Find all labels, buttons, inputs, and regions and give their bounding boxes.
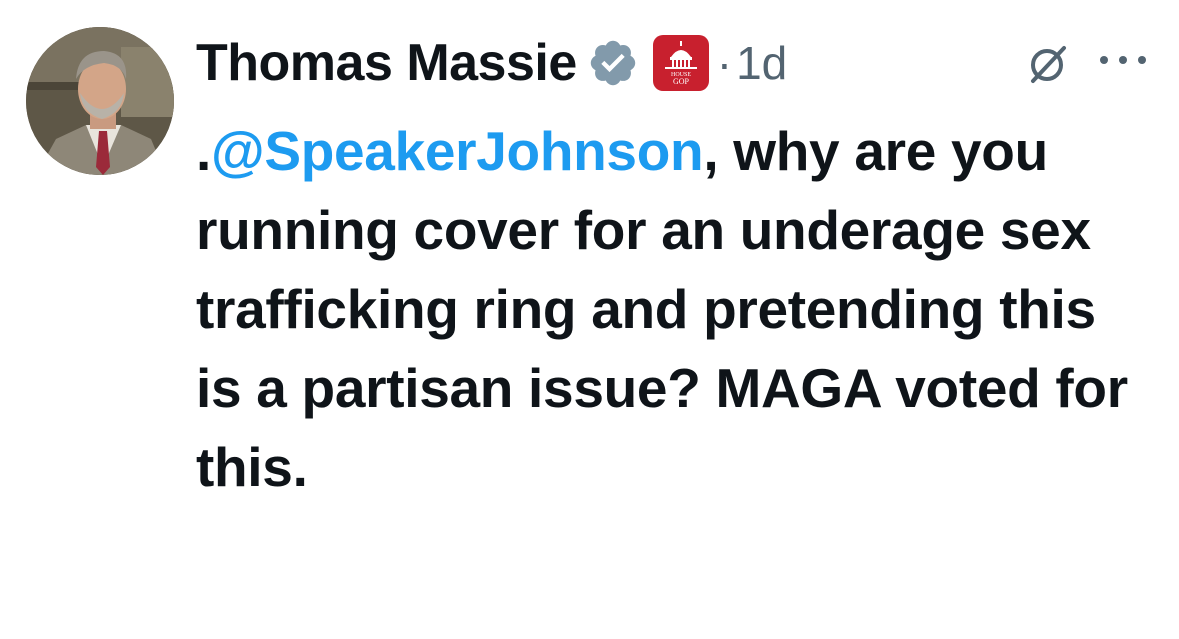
tweet[interactable]: Thomas Massie HOUSE GOP · 1d .@SpeakerJo… <box>0 0 1179 639</box>
more-dot <box>1138 56 1146 64</box>
author-name[interactable]: Thomas Massie <box>196 33 577 93</box>
header-separator: · <box>716 37 733 89</box>
mention-link[interactable]: @SpeakerJohnson <box>211 120 704 182</box>
grok-slash-circle-icon[interactable] <box>1026 42 1070 86</box>
avatar-photo <box>26 27 174 175</box>
more-dot <box>1100 56 1108 64</box>
timestamp[interactable]: 1d <box>736 36 787 90</box>
house-gop-capitol-icon: HOUSE GOP <box>664 41 697 86</box>
verified-badge-icon[interactable] <box>587 37 639 89</box>
tweet-text-prefix: . <box>196 120 211 182</box>
avatar[interactable] <box>26 27 174 175</box>
affiliation-text-line-2: GOP <box>673 77 690 86</box>
more-options-icon[interactable] <box>1100 50 1146 70</box>
house-gop-affiliation-badge[interactable]: HOUSE GOP <box>652 35 709 91</box>
tweet-text: .@SpeakerJohnson, why are you running co… <box>196 112 1136 507</box>
tweet-header: Thomas Massie HOUSE GOP · 1d <box>196 26 787 100</box>
more-dot <box>1119 56 1127 64</box>
